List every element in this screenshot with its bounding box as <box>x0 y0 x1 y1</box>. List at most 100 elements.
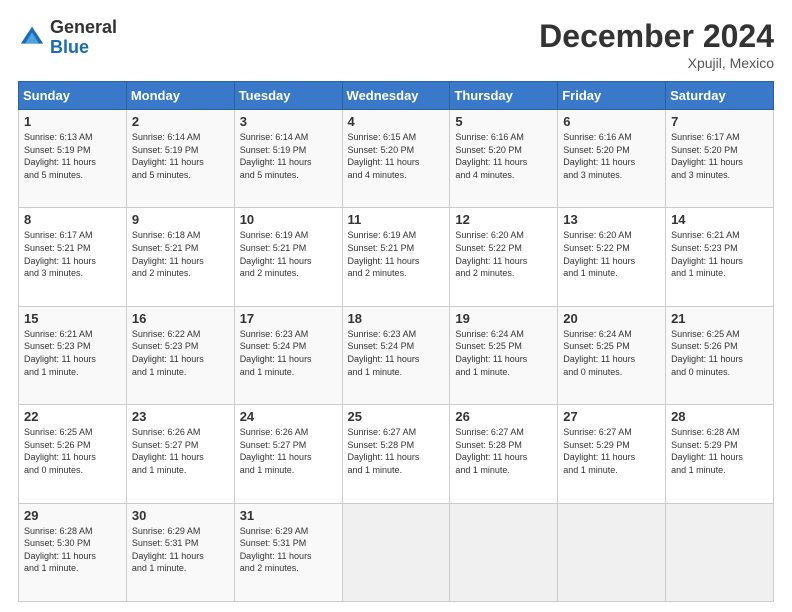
day-number: 31 <box>240 508 337 523</box>
day-info: Sunrise: 6:14 AMSunset: 5:19 PMDaylight:… <box>132 131 229 181</box>
day-number: 12 <box>455 212 552 227</box>
day-number: 8 <box>24 212 121 227</box>
day-info: Sunrise: 6:24 AMSunset: 5:25 PMDaylight:… <box>455 328 552 378</box>
day-number: 29 <box>24 508 121 523</box>
day-number: 7 <box>671 114 768 129</box>
day-info: Sunrise: 6:16 AMSunset: 5:20 PMDaylight:… <box>563 131 660 181</box>
logo-icon <box>18 24 46 52</box>
calendar-cell: 28Sunrise: 6:28 AMSunset: 5:29 PMDayligh… <box>666 405 774 503</box>
day-info: Sunrise: 6:29 AMSunset: 5:31 PMDaylight:… <box>240 525 337 575</box>
day-header-sunday: Sunday <box>19 82 127 110</box>
day-number: 16 <box>132 311 229 326</box>
day-info: Sunrise: 6:19 AMSunset: 5:21 PMDaylight:… <box>240 229 337 279</box>
calendar-cell: 30 Sunrise: 6:29 AMSunset: 5:31 PMDayligh… <box>126 503 234 601</box>
calendar-header-row: SundayMondayTuesdayWednesdayThursdayFrid… <box>19 82 774 110</box>
day-number: 11 <box>348 212 445 227</box>
calendar-cell: 3Sunrise: 6:14 AMSunset: 5:19 PMDaylight… <box>234 110 342 208</box>
day-info: Sunrise: 6:27 AMSunset: 5:29 PMDaylight:… <box>563 426 660 476</box>
day-number: 15 <box>24 311 121 326</box>
day-number: 14 <box>671 212 768 227</box>
day-header-saturday: Saturday <box>666 82 774 110</box>
day-info: Sunrise: 6:25 AMSunset: 5:26 PMDaylight:… <box>24 426 121 476</box>
day-info: Sunrise: 6:21 AMSunset: 5:23 PMDaylight:… <box>24 328 121 378</box>
calendar-cell: 9 Sunrise: 6:18 AMSunset: 5:21 PMDaylight… <box>126 208 234 306</box>
day-number: 27 <box>563 409 660 424</box>
day-info: Sunrise: 6:21 AMSunset: 5:23 PMDaylight:… <box>671 229 768 279</box>
day-info: Sunrise: 6:29 AMSunset: 5:31 PMDaylight:… <box>132 525 229 575</box>
day-info: Sunrise: 6:20 AMSunset: 5:22 PMDaylight:… <box>455 229 552 279</box>
calendar-cell: 25 Sunrise: 6:27 AMSunset: 5:28 PMDayligh… <box>342 405 450 503</box>
page: General Blue December 2024 Xpujil, Mexic… <box>0 0 792 612</box>
title-section: December 2024 Xpujil, Mexico <box>539 18 774 71</box>
day-header-tuesday: Tuesday <box>234 82 342 110</box>
calendar-week-3: 15 Sunrise: 6:21 AMSunset: 5:23 PMDayligh… <box>19 306 774 404</box>
calendar-cell: 16 Sunrise: 6:22 AMSunset: 5:23 PMDayligh… <box>126 306 234 404</box>
day-header-friday: Friday <box>558 82 666 110</box>
subtitle: Xpujil, Mexico <box>539 55 774 71</box>
day-info: Sunrise: 6:26 AMSunset: 5:27 PMDaylight:… <box>240 426 337 476</box>
calendar-cell: 13 Sunrise: 6:20 AMSunset: 5:22 PMDayligh… <box>558 208 666 306</box>
calendar-cell: 17Sunrise: 6:23 AMSunset: 5:24 PMDayligh… <box>234 306 342 404</box>
day-number: 26 <box>455 409 552 424</box>
day-info: Sunrise: 6:27 AMSunset: 5:28 PMDaylight:… <box>348 426 445 476</box>
day-header-thursday: Thursday <box>450 82 558 110</box>
calendar-cell: 27 Sunrise: 6:27 AMSunset: 5:29 PMDayligh… <box>558 405 666 503</box>
day-info: Sunrise: 6:17 AMSunset: 5:20 PMDaylight:… <box>671 131 768 181</box>
day-info: Sunrise: 6:27 AMSunset: 5:28 PMDaylight:… <box>455 426 552 476</box>
day-info: Sunrise: 6:16 AMSunset: 5:20 PMDaylight:… <box>455 131 552 181</box>
day-number: 9 <box>132 212 229 227</box>
logo: General Blue <box>18 18 117 58</box>
calendar-cell: 23Sunrise: 6:26 AMSunset: 5:27 PMDayligh… <box>126 405 234 503</box>
day-info: Sunrise: 6:22 AMSunset: 5:23 PMDaylight:… <box>132 328 229 378</box>
day-info: Sunrise: 6:13 AMSunset: 5:19 PMDaylight:… <box>24 131 121 181</box>
day-number: 2 <box>132 114 229 129</box>
day-info: Sunrise: 6:20 AMSunset: 5:22 PMDaylight:… <box>563 229 660 279</box>
day-number: 18 <box>348 311 445 326</box>
day-number: 4 <box>348 114 445 129</box>
calendar-cell: 12 Sunrise: 6:20 AMSunset: 5:22 PMDayligh… <box>450 208 558 306</box>
calendar-cell: 1Sunrise: 6:13 AMSunset: 5:19 PMDaylight… <box>19 110 127 208</box>
calendar-cell: 26 Sunrise: 6:27 AMSunset: 5:28 PMDayligh… <box>450 405 558 503</box>
day-info: Sunrise: 6:23 AMSunset: 5:24 PMDaylight:… <box>348 328 445 378</box>
calendar-cell: 10 Sunrise: 6:19 AMSunset: 5:21 PMDayligh… <box>234 208 342 306</box>
day-info: Sunrise: 6:14 AMSunset: 5:19 PMDaylight:… <box>240 131 337 181</box>
calendar-cell: 11Sunrise: 6:19 AMSunset: 5:21 PMDayligh… <box>342 208 450 306</box>
calendar-cell: 5Sunrise: 6:16 AMSunset: 5:20 PMDaylight… <box>450 110 558 208</box>
calendar-week-4: 22Sunrise: 6:25 AMSunset: 5:26 PMDayligh… <box>19 405 774 503</box>
calendar-cell <box>666 503 774 601</box>
day-info: Sunrise: 6:17 AMSunset: 5:21 PMDaylight:… <box>24 229 121 279</box>
calendar-cell: 18 Sunrise: 6:23 AMSunset: 5:24 PMDayligh… <box>342 306 450 404</box>
day-number: 13 <box>563 212 660 227</box>
calendar-cell <box>342 503 450 601</box>
calendar-week-5: 29 Sunrise: 6:28 AMSunset: 5:30 PMDayligh… <box>19 503 774 601</box>
calendar-cell: 20Sunrise: 6:24 AMSunset: 5:25 PMDayligh… <box>558 306 666 404</box>
day-number: 23 <box>132 409 229 424</box>
day-number: 17 <box>240 311 337 326</box>
calendar-cell: 14 Sunrise: 6:21 AMSunset: 5:23 PMDayligh… <box>666 208 774 306</box>
day-number: 30 <box>132 508 229 523</box>
calendar-week-1: 1Sunrise: 6:13 AMSunset: 5:19 PMDaylight… <box>19 110 774 208</box>
day-info: Sunrise: 6:15 AMSunset: 5:20 PMDaylight:… <box>348 131 445 181</box>
calendar-cell: 2 Sunrise: 6:14 AMSunset: 5:19 PMDaylight… <box>126 110 234 208</box>
day-info: Sunrise: 6:28 AMSunset: 5:30 PMDaylight:… <box>24 525 121 575</box>
calendar-cell: 22Sunrise: 6:25 AMSunset: 5:26 PMDayligh… <box>19 405 127 503</box>
calendar-cell: 4 Sunrise: 6:15 AMSunset: 5:20 PMDaylight… <box>342 110 450 208</box>
day-header-wednesday: Wednesday <box>342 82 450 110</box>
calendar-cell: 6Sunrise: 6:16 AMSunset: 5:20 PMDaylight… <box>558 110 666 208</box>
calendar-cell: 8 Sunrise: 6:17 AMSunset: 5:21 PMDaylight… <box>19 208 127 306</box>
day-number: 19 <box>455 311 552 326</box>
day-number: 24 <box>240 409 337 424</box>
calendar-cell: 21 Sunrise: 6:25 AMSunset: 5:26 PMDayligh… <box>666 306 774 404</box>
day-number: 21 <box>671 311 768 326</box>
calendar-cell <box>558 503 666 601</box>
calendar-cell <box>450 503 558 601</box>
day-number: 25 <box>348 409 445 424</box>
day-info: Sunrise: 6:25 AMSunset: 5:26 PMDaylight:… <box>671 328 768 378</box>
day-number: 10 <box>240 212 337 227</box>
day-info: Sunrise: 6:18 AMSunset: 5:21 PMDaylight:… <box>132 229 229 279</box>
day-header-monday: Monday <box>126 82 234 110</box>
day-info: Sunrise: 6:28 AMSunset: 5:29 PMDaylight:… <box>671 426 768 476</box>
logo-general: General <box>50 18 117 38</box>
day-number: 20 <box>563 311 660 326</box>
calendar-cell: 7 Sunrise: 6:17 AMSunset: 5:20 PMDaylight… <box>666 110 774 208</box>
